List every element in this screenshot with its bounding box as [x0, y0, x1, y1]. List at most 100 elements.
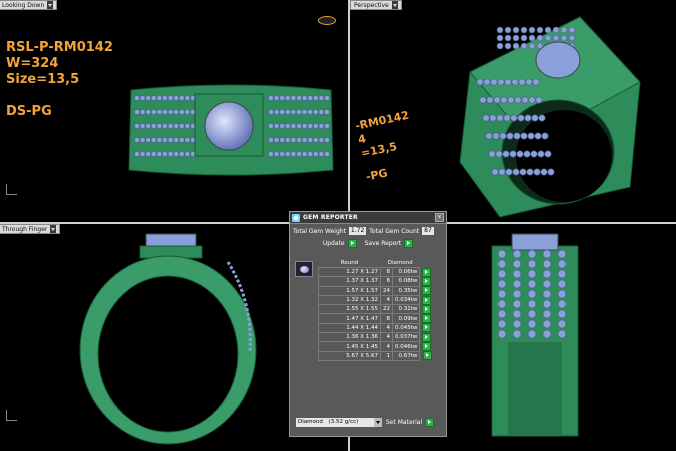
gem-stone: [167, 151, 174, 157]
cell-size: 1.44 X 1.44: [318, 322, 381, 334]
table-row[interactable]: 1.27 X 1.27 8 0.06tw: [318, 266, 434, 278]
gem-stone: [538, 114, 546, 122]
row-arrow-icon[interactable]: [422, 295, 432, 305]
gem-stone: [279, 137, 286, 143]
gem-stone: [557, 279, 567, 289]
gem-stone: [318, 95, 325, 101]
gem-stone: [520, 132, 528, 140]
gem-stone: [520, 42, 528, 50]
gem-stone: [318, 109, 325, 115]
gem-stone: [273, 123, 280, 129]
gem-stone: [528, 34, 536, 42]
gem-stone: [540, 168, 548, 176]
table-row[interactable]: 5.67 X 5.67 1 0.67tw: [318, 350, 434, 361]
gem-stone: [536, 26, 544, 34]
viewport-menu-icon[interactable]: [391, 1, 398, 9]
row-arrow-icon[interactable]: [422, 332, 432, 342]
viewport-label-looking-down[interactable]: Looking Down: [0, 0, 58, 10]
total-count-label: Total Gem Count: [369, 227, 420, 235]
gem-stone: [512, 269, 522, 279]
save-arrow-icon[interactable]: [404, 239, 414, 248]
row-arrow-icon[interactable]: [422, 342, 432, 352]
viewport-label-perspective[interactable]: Perspective: [350, 0, 402, 10]
table-row[interactable]: 1.45 X 1.45 4 0.046tw: [318, 341, 434, 352]
table-row[interactable]: 1.55 X 1.55 22 0.31tw: [318, 304, 434, 315]
gem-stone: [150, 151, 157, 157]
set-material-button[interactable]: Set Material: [386, 418, 435, 427]
material-select[interactable]: Diamond (3.52 g/cc): [296, 418, 382, 427]
gem-stone: [184, 151, 191, 157]
gem-stone: [497, 319, 507, 329]
gem-stone: [268, 109, 274, 115]
row-arrow-icon[interactable]: [422, 304, 432, 314]
gem-stone: [145, 109, 152, 115]
gem-stone: [542, 299, 552, 309]
round-gem-icon: [295, 261, 313, 277]
gem-stone: [541, 132, 549, 140]
update-arrow-icon[interactable]: [347, 239, 357, 248]
row-arrow-icon[interactable]: [422, 323, 432, 333]
cell-size: 1.36 X 1.36: [318, 332, 381, 343]
gem-stone: [273, 109, 280, 115]
gem-stone: [497, 78, 505, 86]
table-row[interactable]: 1.36 X 1.36 4 0.037tw: [318, 332, 434, 343]
row-arrow-icon[interactable]: [422, 267, 432, 277]
table-row[interactable]: 1.37 X 1.37 8 0.08tw: [318, 276, 434, 287]
set-material-arrow-icon[interactable]: [425, 418, 435, 427]
gem-stone: [504, 26, 512, 34]
save-report-button[interactable]: Save Report: [365, 239, 414, 248]
table-row[interactable]: 1.44 X 1.44 4 0.045tw: [318, 322, 434, 334]
axis-indicator-icon: [6, 184, 17, 195]
gem-stone: [173, 137, 180, 143]
cell-size: 1.37 X 1.37: [318, 276, 381, 287]
viewport-perspective[interactable]: Perspective -RM0142 4 =13,5 -PG: [350, 0, 676, 222]
viewport-label-through-finger[interactable]: Through Finger: [0, 224, 61, 234]
gem-stone: [156, 95, 163, 101]
view-cube-icon[interactable]: [318, 16, 336, 25]
gem-stone: [312, 137, 319, 143]
gem-stone: [512, 299, 522, 309]
gem-stone: [134, 151, 140, 157]
table-row[interactable]: 1.32 X 1.32 4 0.034tw: [318, 294, 434, 306]
gem-stone: [312, 109, 319, 115]
gem-stone: [557, 289, 567, 299]
gem-stone: [150, 109, 157, 115]
row-arrow-icon[interactable]: [422, 351, 432, 361]
row-arrow-icon[interactable]: [422, 314, 432, 324]
viewport-menu-icon[interactable]: [50, 225, 57, 233]
col-material: Diamond: [387, 260, 413, 266]
gem-reporter-panel: GEM REPORTER x Total Gem Weight 1.72 Tot…: [289, 211, 447, 437]
row-arrow-icon[interactable]: [422, 276, 432, 286]
gem-stone: [312, 151, 319, 157]
row-select-cell: [420, 276, 434, 286]
material-bar: Diamond (3.52 g/cc) Set Material: [296, 418, 442, 427]
gem-stone: [268, 123, 274, 129]
gem-stone: [488, 150, 496, 158]
gem-stone: [134, 95, 140, 101]
gem-stone: [557, 259, 567, 269]
gem-stone: [511, 78, 519, 86]
gem-stone: [486, 96, 494, 104]
viewport-menu-icon[interactable]: [47, 1, 54, 9]
gem-stone: [512, 309, 522, 319]
gem-reporter-titlebar[interactable]: GEM REPORTER x: [290, 212, 446, 224]
gem-stone: [268, 95, 274, 101]
gem-stone: [296, 95, 302, 101]
viewport-looking-down[interactable]: Looking Down RSL-P-RM0142 W=324 Size=13,…: [0, 0, 348, 222]
gem-stone: [560, 34, 568, 42]
gem-stone: [535, 96, 543, 104]
gem-stone: [178, 109, 185, 115]
update-button[interactable]: Update: [323, 239, 357, 248]
row-arrow-icon[interactable]: [422, 286, 432, 296]
table-row[interactable]: 1.57 X 1.57 24 0.35tw: [318, 285, 434, 296]
gem-stone: [504, 42, 512, 50]
gem-stone: [512, 279, 522, 289]
gem-stone: [139, 109, 146, 115]
chevron-down-icon[interactable]: [374, 418, 382, 427]
table-row[interactable]: 1.47 X 1.47 8 0.09tw: [318, 313, 434, 324]
gem-stone: [301, 123, 308, 129]
gem-stone: [528, 96, 536, 104]
close-icon[interactable]: x: [435, 213, 444, 222]
row-select-cell: [420, 295, 434, 305]
gem-stone: [312, 95, 319, 101]
